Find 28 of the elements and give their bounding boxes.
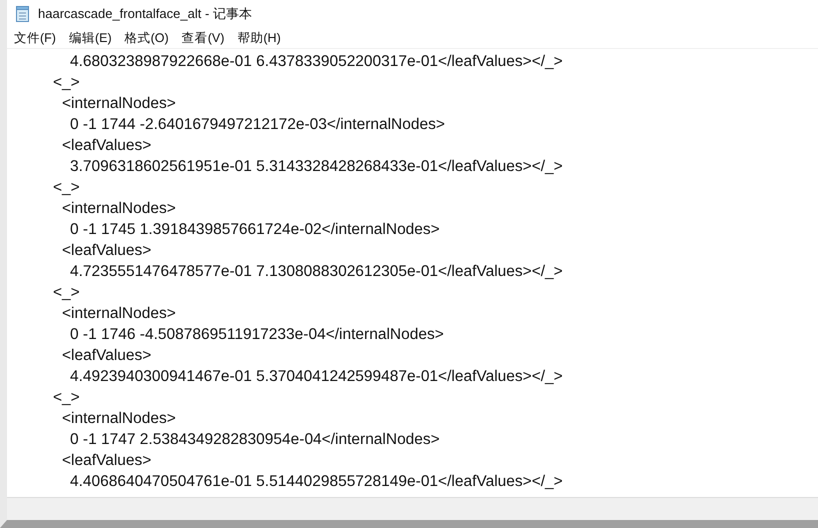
- text-line: 0 -1 1745 1.3918439857661724e-02</internalNodes>: [69, 220, 441, 240]
- text-line: <leafValues>: [61, 241, 152, 261]
- text-line: <_>: [52, 178, 81, 198]
- text-line: <internalNodes>: [61, 409, 177, 429]
- text-line: 4.7235551476478577e-01 7.1308088302612305e-01</leafValues></_>: [69, 262, 564, 282]
- window-title: haarcascade_frontalface_alt - 记事本: [38, 5, 252, 23]
- text-line: 3.7096318602561951e-01 5.3143328428268433e-01</leafValues></_>: [69, 157, 564, 177]
- text-line: <internalNodes>: [61, 199, 177, 219]
- menu-item[interactable]: 编辑(E): [68, 30, 112, 46]
- menu-item[interactable]: 文件(F): [14, 30, 56, 46]
- text-line: <leafValues>: [61, 451, 152, 471]
- text-line: <_>: [52, 73, 81, 93]
- text-line: <leafValues>: [61, 136, 152, 156]
- text-line: 0 -1 1747 2.5384349282830954e-04</internalNodes>: [69, 430, 441, 450]
- text-line: <internalNodes>: [61, 94, 177, 114]
- text-line: 4.6803238987922668e-01 6.4378339052200317e-01</leafValues></_>: [69, 52, 564, 72]
- menu-item[interactable]: 查看(V): [182, 30, 224, 46]
- text-line: <_>: [52, 388, 81, 408]
- text-line: <internalNodes>: [61, 304, 177, 324]
- notepad-icon: [16, 6, 30, 22]
- text-line: <_>: [52, 283, 81, 303]
- menu-item[interactable]: 格式(O): [124, 30, 169, 46]
- text-line: 4.4068640470504761e-01 5.5144029855728149e-01</leafValues></_>: [69, 472, 564, 492]
- text-line: 0 -1 1744 -2.6401679497212172e-03</internalNodes>: [69, 115, 446, 135]
- text-line: <leafValues>: [61, 346, 152, 366]
- menu-item[interactable]: 帮助(H): [237, 30, 281, 46]
- text-line: 0 -1 1746 -4.5087869511917233e-04</internalNodes>: [69, 325, 445, 345]
- text-line: 4.4923940300941467e-01 5.3704041242599487e-01</leafValues></_>: [69, 367, 564, 387]
